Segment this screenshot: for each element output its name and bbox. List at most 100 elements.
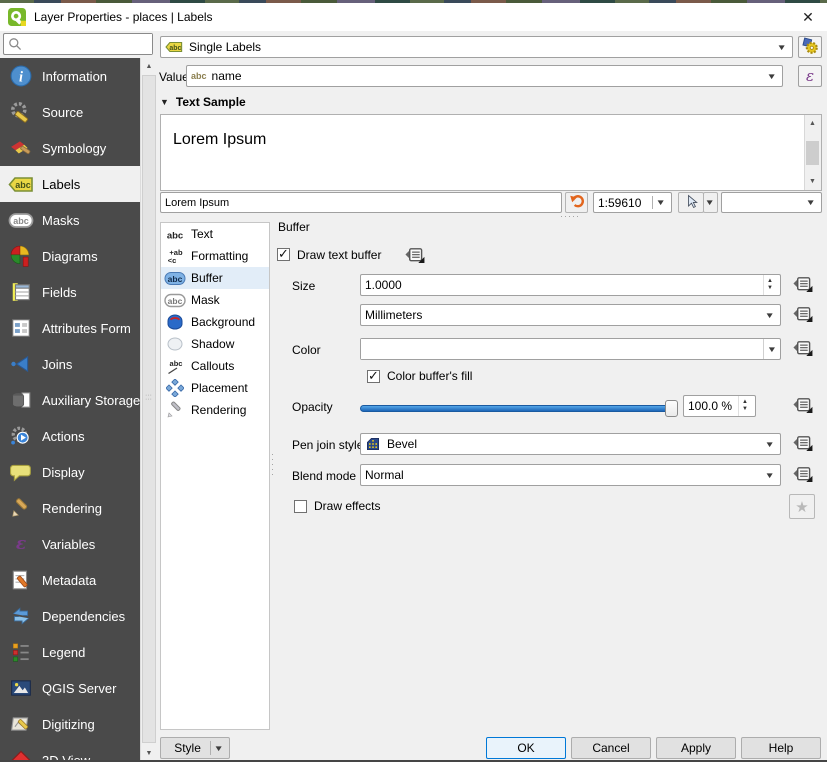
map-tool-dropdown[interactable]: ▼ bbox=[703, 192, 718, 213]
sidebar-item-source[interactable]: Source bbox=[0, 94, 140, 130]
search-input[interactable] bbox=[23, 34, 152, 54]
pen-join-data-defined-button[interactable] bbox=[788, 433, 816, 455]
color-buffer-fill-label: Color buffer's fill bbox=[387, 369, 472, 383]
tab-mask[interactable]: abcMask bbox=[161, 289, 269, 311]
reset-sample-button[interactable] bbox=[565, 192, 588, 213]
sidebar-item-symbology[interactable]: Symbology bbox=[0, 130, 140, 166]
preview-scrollbar[interactable]: ▲ ▼ bbox=[804, 115, 821, 190]
help-button[interactable]: Help bbox=[741, 737, 821, 759]
sample-text-field[interactable] bbox=[160, 192, 562, 213]
scrollbar-thumb[interactable] bbox=[142, 75, 156, 743]
effects-customize-button[interactable]: ★ bbox=[789, 494, 815, 519]
sidebar-item-legend[interactable]: Legend bbox=[0, 634, 140, 670]
tab-shadow-icon bbox=[163, 335, 187, 353]
expression-builder-button[interactable]: ε bbox=[798, 65, 822, 87]
data-defined-override-icon[interactable] bbox=[402, 245, 426, 264]
spin-arrows-icon[interactable]: ▲▼ bbox=[763, 275, 776, 295]
sidebar-item-fields[interactable]: Fields bbox=[0, 274, 140, 310]
sidebar-item-3d-view[interactable]: 3D View bbox=[0, 742, 140, 762]
scroll-down-icon[interactable]: ▼ bbox=[805, 174, 820, 189]
close-icon[interactable]: ✕ bbox=[797, 7, 819, 27]
pen-join-style-combo[interactable]: Bevel ▼ bbox=[360, 433, 781, 455]
sidebar-item-display[interactable]: Display bbox=[0, 454, 140, 490]
search-box[interactable] bbox=[3, 33, 153, 55]
chevron-down-icon: ▼ bbox=[704, 198, 717, 207]
chevron-down-icon: ▼ bbox=[765, 311, 778, 320]
buffer-color-button[interactable]: ▼ bbox=[360, 338, 781, 360]
value-field-combo[interactable]: abc name ▼ bbox=[186, 65, 783, 87]
tab-background[interactable]: Background bbox=[161, 311, 269, 333]
preview-background-combo[interactable]: ▼ bbox=[721, 192, 822, 213]
pen-join-style-value: Bevel bbox=[387, 437, 417, 451]
sidebar-item-attributes-form[interactable]: Attributes Form bbox=[0, 310, 140, 346]
color-data-defined-button[interactable] bbox=[788, 338, 816, 360]
map-tool-button[interactable] bbox=[678, 192, 704, 213]
spin-arrows-icon[interactable]: ▲▼ bbox=[738, 396, 751, 416]
tab-buffer[interactable]: abcBuffer bbox=[161, 267, 269, 289]
buffer-size-value: 1.0000 bbox=[365, 278, 402, 292]
attributes-form-icon bbox=[8, 317, 34, 339]
style-menu-button[interactable]: Style ▼ bbox=[160, 737, 230, 759]
size-data-defined-button[interactable] bbox=[788, 274, 816, 296]
sidebar-item-metadata[interactable]: Metadata bbox=[0, 562, 140, 598]
color-dropdown[interactable]: ▼ bbox=[763, 339, 780, 359]
units-data-defined-button[interactable] bbox=[788, 304, 816, 326]
tab-placement[interactable]: Placement bbox=[161, 377, 269, 399]
tab-formatting-icon: +ab<c bbox=[163, 247, 187, 265]
sidebar-item-diagrams[interactable]: Diagrams bbox=[0, 238, 140, 274]
sample-text-input[interactable] bbox=[165, 197, 557, 209]
sidebar-item-information[interactable]: iInformation bbox=[0, 58, 140, 94]
tab-callouts[interactable]: abcCallouts bbox=[161, 355, 269, 377]
chevron-down-icon: ▼ bbox=[765, 440, 778, 449]
tab-formatting[interactable]: +ab<cFormatting bbox=[161, 245, 269, 267]
blend-mode-combo[interactable]: Normal ▼ bbox=[360, 464, 781, 486]
sidebar-item-joins[interactable]: Joins bbox=[0, 346, 140, 382]
scrollbar-thumb[interactable] bbox=[806, 141, 819, 165]
digitizing-icon bbox=[8, 713, 34, 735]
sidebar-item-variables[interactable]: εVariables bbox=[0, 526, 140, 562]
scroll-up-icon[interactable]: ▲ bbox=[141, 58, 157, 75]
sidebar-item-auxiliary-storage[interactable]: Auxiliary Storage bbox=[0, 382, 140, 418]
auto-placement-settings-button[interactable] bbox=[798, 36, 822, 58]
text-sample-header[interactable]: ▼ Text Sample bbox=[160, 95, 246, 109]
sidebar-item-dependencies[interactable]: Dependencies bbox=[0, 598, 140, 634]
opacity-spinbox[interactable]: 100.0 % ▲▼ bbox=[683, 395, 756, 417]
sidebar-item-actions[interactable]: Actions bbox=[0, 418, 140, 454]
sidebar-item-masks[interactable]: abcMasks bbox=[0, 202, 140, 238]
scroll-up-icon[interactable]: ▲ bbox=[805, 116, 820, 131]
cancel-button[interactable]: Cancel bbox=[571, 737, 651, 759]
apply-button[interactable]: Apply bbox=[656, 737, 736, 759]
sidebar-item-labels[interactable]: abcLabels bbox=[0, 166, 140, 202]
sidebar-item-rendering[interactable]: Rendering bbox=[0, 490, 140, 526]
label-method-combo[interactable]: abc Single Labels ▼ bbox=[160, 36, 793, 58]
sidebar-item-label: Source bbox=[42, 105, 83, 120]
blend-data-defined-button[interactable] bbox=[788, 464, 816, 486]
ok-button[interactable]: OK bbox=[486, 737, 566, 759]
slider-handle[interactable] bbox=[665, 400, 678, 417]
placement-gear-icon bbox=[801, 37, 819, 58]
tab-text[interactable]: abcText bbox=[161, 223, 269, 245]
star-icon: ★ bbox=[795, 498, 808, 516]
data-defined-override-icon bbox=[790, 338, 814, 360]
opacity-data-defined-button[interactable] bbox=[788, 395, 816, 417]
sidebar-item-qgis-server[interactable]: QGIS Server bbox=[0, 670, 140, 706]
buffer-size-spinbox[interactable]: 1.0000 ▲▼ bbox=[360, 274, 781, 296]
draw-effects-checkbox[interactable] bbox=[294, 500, 307, 513]
blend-mode-label: Blend mode bbox=[292, 469, 356, 483]
scale-combo[interactable]: 1:59610 ▼ bbox=[593, 192, 672, 213]
data-defined-override-icon bbox=[790, 395, 814, 417]
tab-rendering[interactable]: Rendering bbox=[161, 399, 269, 421]
tab-shadow[interactable]: Shadow bbox=[161, 333, 269, 355]
tab-rendering-icon bbox=[163, 401, 187, 419]
data-defined-override-icon bbox=[790, 274, 814, 296]
splitter-grip[interactable]: ····· bbox=[560, 211, 580, 221]
sidebar-scrollbar[interactable]: ▲ ······ ▼ bbox=[140, 58, 157, 762]
opacity-slider[interactable] bbox=[360, 400, 678, 417]
buffer-units-combo[interactable]: Millimeters ▼ bbox=[360, 304, 781, 326]
color-buffer-fill-checkbox[interactable] bbox=[367, 370, 380, 383]
splitter-grip-vertical[interactable]: ····· bbox=[271, 452, 275, 477]
draw-text-buffer-checkbox[interactable] bbox=[277, 248, 290, 261]
chevron-down-icon: ▼ bbox=[214, 744, 227, 753]
sidebar-item-digitizing[interactable]: Digitizing bbox=[0, 706, 140, 742]
color-label: Color bbox=[292, 343, 321, 357]
